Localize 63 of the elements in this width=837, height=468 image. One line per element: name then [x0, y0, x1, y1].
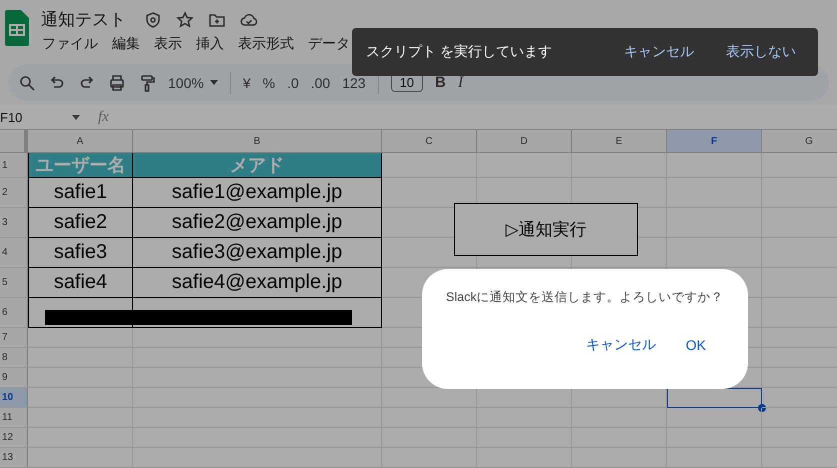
- paint-format-icon[interactable]: [138, 74, 156, 92]
- table-cell: safie1: [28, 178, 133, 208]
- toast-action[interactable]: 表示しない: [722, 39, 800, 65]
- format-button[interactable]: 123: [342, 74, 366, 90]
- table-cell: safie4@example.jp: [133, 268, 382, 298]
- row-header[interactable]: 5: [0, 268, 28, 298]
- dialog-message: Slackに通知文を送信します。よろしいですか？: [446, 289, 725, 306]
- row-header[interactable]: 6: [0, 298, 28, 328]
- row-header[interactable]: 1: [0, 153, 28, 178]
- table-cell: safie4: [28, 268, 133, 298]
- row-header[interactable]: 4: [0, 238, 28, 268]
- toast-message: スクリプト を実行しています: [366, 43, 553, 61]
- cell-reference[interactable]: F10: [0, 110, 72, 124]
- column-header[interactable]: E: [572, 130, 667, 153]
- column-header[interactable]: A: [28, 130, 133, 153]
- format-button[interactable]: %: [262, 74, 276, 90]
- document-title[interactable]: 通知テスト: [41, 8, 126, 31]
- star-icon[interactable]: [176, 10, 194, 28]
- table-cell: safie3@example.jp: [133, 238, 382, 268]
- menu-item[interactable]: 表示形式: [237, 35, 295, 53]
- column-header[interactable]: G: [762, 130, 837, 153]
- menu-item[interactable]: 表示: [153, 35, 183, 53]
- menu-item[interactable]: ファイル: [41, 35, 99, 53]
- column-header[interactable]: D: [477, 130, 572, 153]
- row-header[interactable]: 7: [0, 328, 28, 348]
- table-cell: safie1@example.jp: [133, 178, 382, 208]
- dialog-button[interactable]: キャンセル: [580, 332, 662, 358]
- row-header[interactable]: 10: [0, 388, 28, 408]
- row-header[interactable]: 12: [0, 428, 28, 448]
- format-button[interactable]: .00: [310, 74, 330, 90]
- toast-action[interactable]: キャンセル: [620, 39, 698, 65]
- column-header[interactable]: C: [382, 130, 477, 153]
- row-header[interactable]: 8: [0, 348, 28, 368]
- caret-icon[interactable]: [210, 80, 218, 85]
- dialog-button[interactable]: OK: [680, 332, 712, 358]
- row-header[interactable]: 2: [0, 178, 28, 208]
- bold-button[interactable]: B: [435, 74, 446, 91]
- table-cell: safie2@example.jp: [133, 208, 382, 238]
- shield-icon[interactable]: [144, 10, 162, 28]
- italic-button[interactable]: I: [458, 74, 464, 92]
- row-header[interactable]: 3: [0, 208, 28, 238]
- row-header[interactable]: 11: [0, 408, 28, 428]
- sheets-logo-icon[interactable]: [5, 10, 29, 46]
- print-icon[interactable]: [108, 74, 126, 92]
- row-header[interactable]: 9: [0, 368, 28, 388]
- table-cell: safie3: [28, 238, 133, 268]
- column-header[interactable]: F: [667, 130, 762, 153]
- table-cell: safie2: [28, 208, 133, 238]
- menu-item[interactable]: データ: [307, 35, 351, 53]
- column-header[interactable]: B: [133, 130, 382, 153]
- menu-item[interactable]: 挿入: [195, 35, 225, 53]
- zoom-dropdown[interactable]: 100%: [168, 74, 218, 90]
- select-all-corner[interactable]: [0, 130, 28, 153]
- caret-icon[interactable]: [72, 114, 80, 120]
- script-button[interactable]: ▷通知実行: [454, 203, 638, 256]
- header-cell: メアド: [133, 153, 382, 178]
- fx-label: fx: [98, 108, 109, 126]
- row-header[interactable]: 13: [0, 448, 28, 468]
- format-button[interactable]: ¥: [242, 74, 251, 90]
- search-icon[interactable]: [18, 74, 36, 92]
- header-cell: ユーザー名: [28, 153, 133, 178]
- format-button[interactable]: .0: [287, 74, 299, 90]
- menu-item[interactable]: 編集: [111, 35, 141, 53]
